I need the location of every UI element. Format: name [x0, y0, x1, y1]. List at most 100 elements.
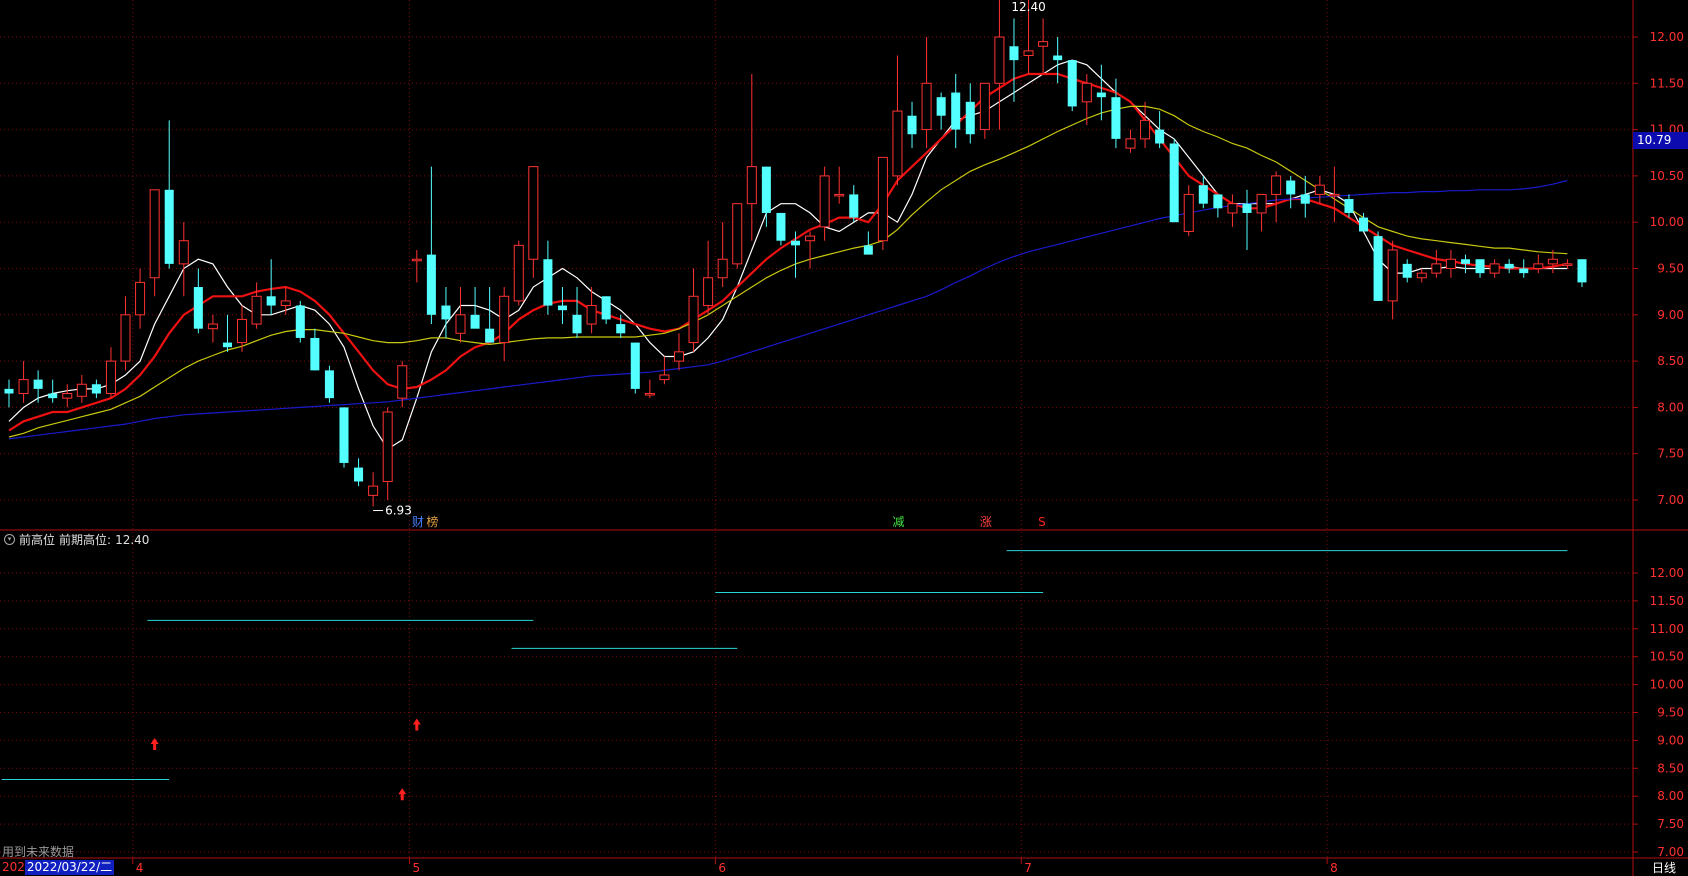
candle-body — [877, 156, 888, 242]
up-arrow-icon — [412, 718, 421, 731]
date-cursor[interactable]: 202 2022/03/22/二 — [2, 860, 115, 875]
candle-body — [1067, 60, 1077, 107]
candle-body — [951, 92, 961, 130]
candle-body — [994, 36, 1005, 84]
candle-body — [1431, 263, 1442, 274]
candle-body — [411, 258, 422, 262]
indicator-tick-label: 12.00 — [1650, 566, 1684, 580]
candle-body — [513, 244, 524, 302]
collapse-icon[interactable]: ▾ — [4, 534, 15, 545]
candle-body — [76, 383, 87, 397]
candle-body — [149, 189, 160, 279]
candle-body — [703, 277, 714, 307]
candle-body — [251, 295, 262, 325]
candle-body — [1242, 203, 1252, 213]
candle-body — [746, 166, 757, 205]
candle-body — [688, 295, 699, 344]
annotations: 12.40 6.93财榜 减 涨 S — [373, 0, 1046, 529]
candle-body — [761, 166, 771, 213]
candle-body — [280, 300, 291, 307]
candle-body — [324, 370, 334, 399]
event-marker: 涨 — [980, 514, 992, 529]
candle-body — [1009, 46, 1019, 61]
indicator-tick-label: 7.50 — [1657, 817, 1684, 831]
candle-body — [397, 365, 408, 399]
candle-body — [1198, 185, 1208, 204]
candle-body — [1329, 193, 1340, 197]
candle-body — [1445, 258, 1456, 269]
candle-body — [1271, 175, 1282, 195]
candle-body — [368, 485, 379, 496]
indicator-tick-label: 7.00 — [1657, 845, 1684, 859]
candle-body — [834, 193, 845, 197]
candle-body — [1038, 41, 1049, 47]
candle-body — [819, 175, 830, 228]
candle-body — [630, 342, 640, 389]
candle-body — [776, 212, 786, 241]
price-tick-label: 11.50 — [1650, 76, 1684, 90]
candle-body — [207, 323, 218, 330]
price-axis: 12.00 11.50 11.00 10.50 10.00 9.50 9.00 8.50 8.0… — [132, 30, 1684, 875]
candle-body — [1096, 92, 1106, 98]
candle-body — [1504, 263, 1514, 269]
candle-body — [1081, 82, 1092, 103]
indicator-tick-label: 9.50 — [1657, 706, 1684, 720]
indicator-tick-label: 10.00 — [1650, 678, 1684, 692]
event-marker: 减 — [892, 515, 904, 529]
candle-body — [1475, 259, 1485, 274]
candle-body — [586, 305, 597, 325]
candle-body — [921, 82, 932, 131]
candle-body — [1416, 272, 1427, 279]
candle-body — [339, 407, 349, 463]
candle-body — [1300, 194, 1310, 204]
price-tick-label: 10.00 — [1650, 215, 1684, 229]
candle-body — [790, 240, 801, 246]
indicator-lines — [1, 550, 1568, 801]
candle-body — [120, 314, 131, 362]
stock-chart[interactable]: 12.00 11.50 11.00 10.50 10.00 9.50 9.00 8.50 8.0… — [0, 0, 1688, 876]
candlesticks[interactable] — [4, 0, 1587, 507]
candle-body — [1387, 249, 1398, 302]
candle-body — [1140, 119, 1151, 140]
candle-body — [266, 296, 276, 306]
candle-body — [805, 235, 816, 242]
candle-body — [354, 467, 364, 482]
candle-body — [470, 314, 480, 329]
indicator-title[interactable]: ▾ 前高位 前期高位: 12.40 — [4, 531, 149, 548]
period-selector[interactable]: 日线 — [1640, 860, 1688, 876]
candle-body — [528, 166, 539, 260]
candle-body — [1344, 199, 1354, 213]
candle-body — [91, 384, 101, 394]
candle-body — [1359, 217, 1369, 232]
candle-body — [849, 194, 859, 218]
price-tick-label: 8.00 — [1657, 400, 1684, 414]
candle-body — [1053, 55, 1063, 61]
indicator-tick-label: 9.00 — [1657, 733, 1684, 747]
indicator-tick-label: 11.00 — [1650, 622, 1684, 636]
candle-body — [178, 240, 189, 265]
month-label: 8 — [1330, 861, 1338, 875]
candle-body — [62, 393, 73, 399]
up-arrow-icon — [150, 737, 159, 750]
candle-body — [1373, 236, 1383, 301]
price-tick-label: 10.50 — [1650, 169, 1684, 183]
candle-body — [616, 324, 626, 334]
moving-average-lines — [8, 59, 1568, 450]
current-price-tag: 10.79 — [1633, 132, 1688, 149]
candle-body — [1213, 194, 1223, 209]
price-tick-label: 7.50 — [1657, 447, 1684, 461]
candle-body — [105, 360, 116, 395]
candle-body — [455, 314, 466, 334]
candle-body — [732, 203, 743, 265]
month-label: 6 — [718, 861, 726, 875]
candle-body — [1183, 193, 1194, 232]
candle-body — [1286, 180, 1296, 195]
event-marker: S — [1038, 515, 1046, 529]
price-tick-label: 9.00 — [1657, 308, 1684, 322]
month-label: 5 — [413, 861, 421, 875]
candle-body — [1227, 203, 1238, 214]
indicator-label: 前期高位: — [59, 533, 112, 547]
event-marker: 榜 — [426, 514, 438, 529]
candle-body — [979, 82, 990, 131]
price-tick-label: 8.50 — [1657, 354, 1684, 368]
